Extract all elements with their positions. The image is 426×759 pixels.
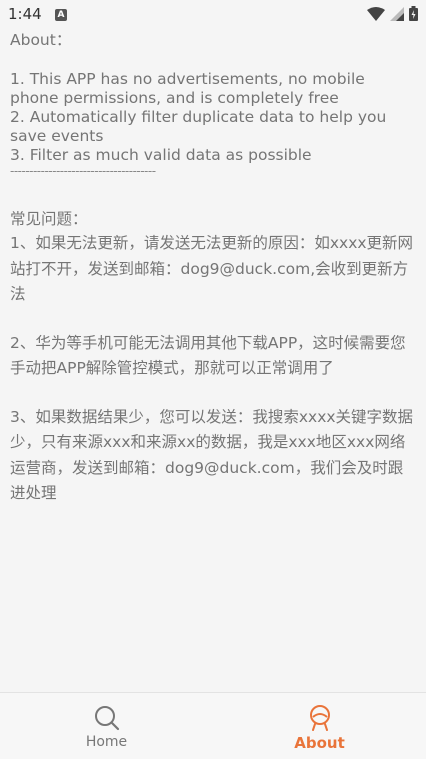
signal-icon: [390, 6, 404, 21]
bottom-tab-bar: Home About: [0, 692, 426, 759]
notification-icon: A: [55, 9, 67, 21]
feature-item: 2. Automatically filter duplicate data t…: [10, 108, 387, 145]
wifi-icon: [367, 6, 385, 21]
tab-home-label: Home: [85, 734, 128, 750]
tab-about[interactable]: About: [213, 693, 426, 759]
faq-heading: 常见问题：: [10, 210, 88, 228]
tab-home[interactable]: Home: [0, 693, 213, 759]
battery-icon: [409, 6, 418, 21]
status-time: 1:44: [8, 5, 42, 23]
divider: --------------------------------------: [10, 164, 156, 178]
faq-item: 3、如果数据结果少，您可以发送：我搜索xxxx关键字数据少，只有来源xxx和来源…: [10, 407, 414, 503]
feature-item: 3. Filter as much valid data as possible: [10, 146, 312, 164]
status-bar: 1:44 A: [0, 0, 426, 30]
about-heading: About：: [10, 31, 72, 49]
status-icons: [367, 6, 418, 21]
feature-item: 1. This APP has no advertisements, no mo…: [10, 70, 365, 107]
search-icon: [94, 706, 119, 731]
feature-list: 1. This APP has no advertisements, no mo…: [10, 70, 416, 177]
tab-about-label: About: [294, 734, 345, 752]
about-icon: [309, 705, 330, 731]
faq-item: 1、如果无法更新，请发送无法更新的原因：如xxxx更新网站打不开，发送到邮箱：d…: [10, 234, 414, 303]
about-content: About： 1. This APP has no advertisements…: [10, 30, 416, 507]
faq-item: 2、华为等手机可能无法调用其他下载APP，这时候需要您手动把APP解除管控模式，…: [10, 333, 406, 378]
